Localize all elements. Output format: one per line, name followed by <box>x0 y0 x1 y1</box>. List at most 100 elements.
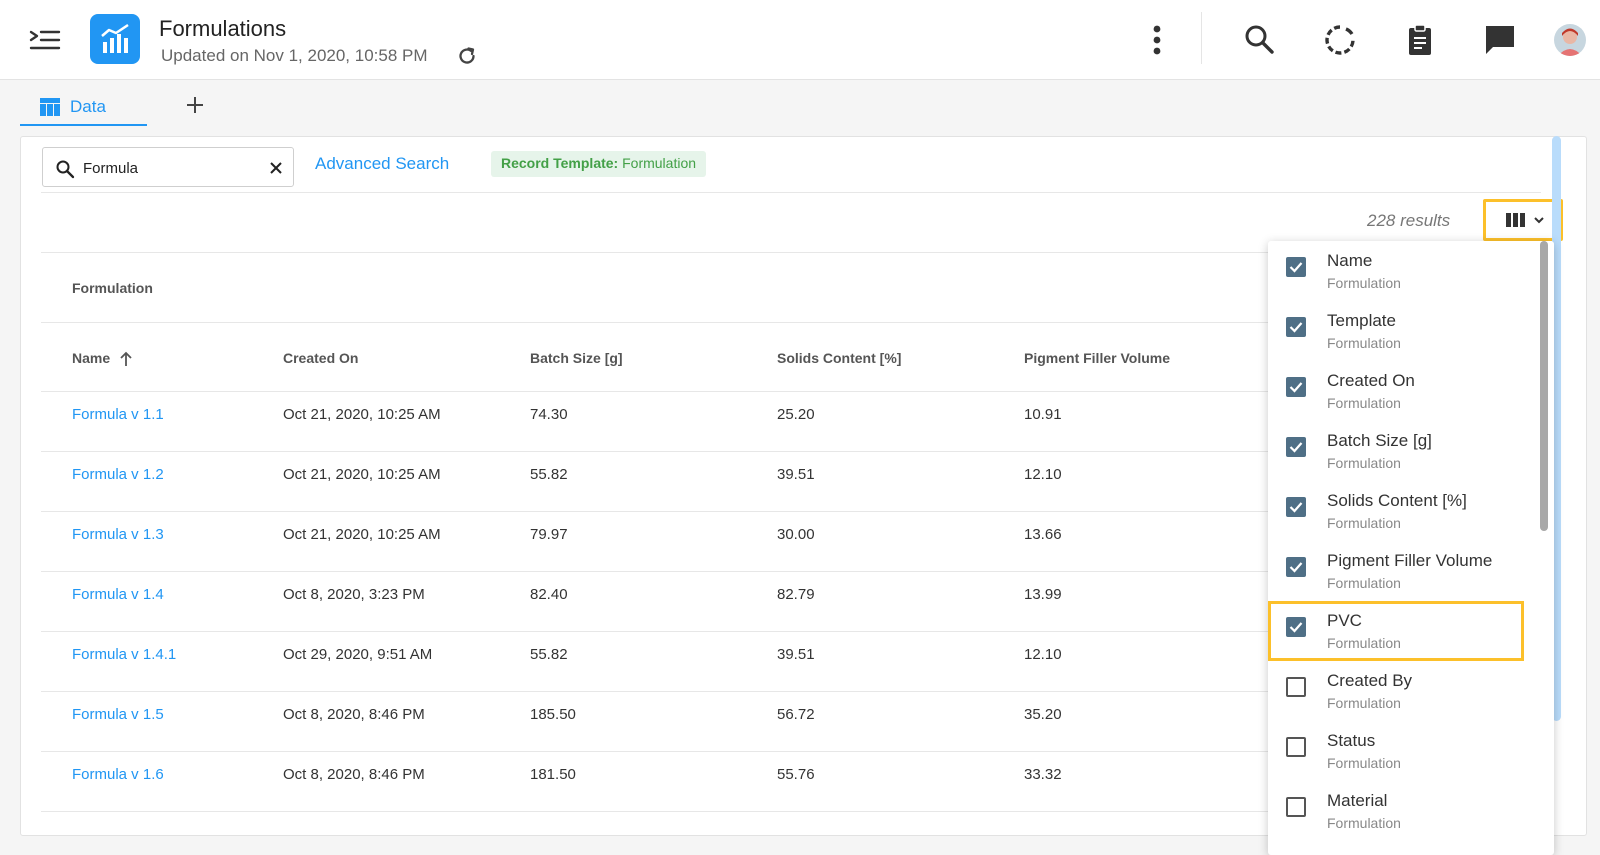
row-pigment-filler-volume: 12.10 <box>1024 646 1062 663</box>
view-column-icon <box>1506 213 1544 227</box>
row-solids-content: 39.51 <box>777 466 815 483</box>
row-batch-size: 82.40 <box>530 586 568 603</box>
row-solids-content: 55.76 <box>777 766 815 783</box>
row-name-link[interactable]: Formula v 1.4 <box>72 586 164 603</box>
clear-icon[interactable] <box>268 160 284 176</box>
row-batch-size: 181.50 <box>530 766 576 783</box>
template-chip-label: Record Template: <box>501 155 619 171</box>
row-pigment-filler-volume: 10.91 <box>1024 406 1062 423</box>
chart-icon <box>90 14 140 64</box>
add-tab-icon[interactable] <box>183 93 207 117</box>
option-sub: Formulation <box>1327 695 1401 711</box>
column-option-template[interactable]: Template Formulation <box>1268 301 1540 361</box>
avatar[interactable] <box>1554 24 1586 56</box>
table-icon <box>40 98 60 116</box>
columns-button[interactable] <box>1483 199 1563 241</box>
column-option-batch-size[interactable]: Batch Size [g] Formulation <box>1268 421 1540 481</box>
option-sub: Formulation <box>1327 575 1401 591</box>
search-field[interactable] <box>42 147 294 187</box>
checkbox-checked-icon[interactable] <box>1286 317 1306 337</box>
row-batch-size: 79.97 <box>530 526 568 543</box>
checkbox-unchecked-icon[interactable] <box>1286 797 1306 817</box>
row-pigment-filler-volume: 33.32 <box>1024 766 1062 783</box>
checkbox-checked-icon[interactable] <box>1286 557 1306 577</box>
arrow-up-icon[interactable] <box>118 351 134 367</box>
row-created-on: Oct 21, 2020, 10:25 AM <box>283 406 441 423</box>
clipboard-icon[interactable] <box>1402 22 1438 58</box>
option-label: Name <box>1327 251 1373 270</box>
group-header: Formulation <box>72 280 153 296</box>
option-label: PVC <box>1327 611 1362 630</box>
option-sub: Formulation <box>1327 815 1401 831</box>
row-name-link[interactable]: Formula v 1.2 <box>72 466 164 483</box>
row-created-on: Oct 8, 2020, 3:23 PM <box>283 586 425 603</box>
tab-data-label: Data <box>70 97 106 116</box>
checkbox-checked-icon[interactable] <box>1286 377 1306 397</box>
row-name-link[interactable]: Formula v 1.3 <box>72 526 164 543</box>
row-pigment-filler-volume: 35.20 <box>1024 706 1062 723</box>
option-label: Template <box>1327 311 1396 330</box>
search-icon[interactable] <box>1242 22 1278 58</box>
option-label: Status <box>1327 731 1376 750</box>
option-sub: Formulation <box>1327 455 1401 471</box>
column-header-created-on[interactable]: Created On <box>283 350 358 366</box>
row-created-on: Oct 8, 2020, 8:46 PM <box>283 706 425 723</box>
menu-icon[interactable] <box>28 25 62 55</box>
tab-data[interactable]: Data <box>20 90 147 126</box>
advanced-search-link[interactable]: Advanced Search <box>315 154 449 174</box>
option-sub: Formulation <box>1327 335 1401 351</box>
option-sub: Formulation <box>1327 275 1401 291</box>
row-solids-content: 56.72 <box>777 706 815 723</box>
loading-icon[interactable] <box>1322 22 1358 58</box>
updated-timestamp: Updated on Nov 1, 2020, 10:58 PM <box>161 46 428 65</box>
column-option-pvc[interactable]: PVC Formulation <box>1268 601 1524 661</box>
columns-menu: Name Formulation Template Formulation Cr… <box>1268 241 1554 855</box>
row-created-on: Oct 21, 2020, 10:25 AM <box>283 466 441 483</box>
column-option-created-on[interactable]: Created On Formulation <box>1268 361 1540 421</box>
option-sub: Formulation <box>1327 635 1401 651</box>
more-vert-icon[interactable] <box>1145 22 1169 58</box>
row-batch-size: 55.82 <box>530 466 568 483</box>
divider <box>41 192 1541 193</box>
app-header: Formulations Updated on Nov 1, 2020, 10:… <box>0 0 1600 80</box>
row-pigment-filler-volume: 13.66 <box>1024 526 1062 543</box>
row-name-link[interactable]: Formula v 1.1 <box>72 406 164 423</box>
column-header-batch-size[interactable]: Batch Size [g] <box>530 350 623 366</box>
column-option-status[interactable]: Status Formulation <box>1268 721 1540 781</box>
row-name-link[interactable]: Formula v 1.5 <box>72 706 164 723</box>
row-solids-content: 39.51 <box>777 646 815 663</box>
option-label: Batch Size [g] <box>1327 431 1432 450</box>
checkbox-unchecked-icon[interactable] <box>1286 677 1306 697</box>
row-batch-size: 55.82 <box>530 646 568 663</box>
column-option-material[interactable]: Material Formulation <box>1268 781 1540 841</box>
menu-scrollbar[interactable] <box>1540 241 1548 531</box>
column-header-name[interactable]: Name <box>72 350 134 367</box>
option-label: Pigment Filler Volume <box>1327 551 1493 570</box>
column-option-solids-content[interactable]: Solids Content [%] Formulation <box>1268 481 1540 541</box>
option-label: Created On <box>1327 371 1415 390</box>
row-name-link[interactable]: Formula v 1.4.1 <box>72 646 176 663</box>
column-option-created-by[interactable]: Created By Formulation <box>1268 661 1540 721</box>
chat-icon[interactable] <box>1482 22 1518 58</box>
checkbox-unchecked-icon[interactable] <box>1286 737 1306 757</box>
row-batch-size: 185.50 <box>530 706 576 723</box>
row-batch-size: 74.30 <box>530 406 568 423</box>
row-name-link[interactable]: Formula v 1.6 <box>72 766 164 783</box>
column-header-pigment-filler-volume[interactable]: Pigment Filler Volume <box>1024 350 1170 366</box>
template-chip: Record Template: Formulation <box>491 151 707 177</box>
search-input[interactable] <box>83 156 263 180</box>
results-count: 228 results <box>1367 211 1451 230</box>
refresh-icon[interactable] <box>455 44 479 68</box>
template-chip-value: Formulation <box>622 155 697 171</box>
checkbox-checked-icon[interactable] <box>1286 437 1306 457</box>
column-option-name[interactable]: Name Formulation <box>1268 241 1540 301</box>
checkbox-checked-icon[interactable] <box>1286 617 1306 637</box>
row-created-on: Oct 8, 2020, 8:46 PM <box>283 766 425 783</box>
row-pigment-filler-volume: 12.10 <box>1024 466 1062 483</box>
page-title: Formulations <box>159 16 287 41</box>
column-header-solids-content[interactable]: Solids Content [%] <box>777 350 901 366</box>
checkbox-checked-icon[interactable] <box>1286 497 1306 517</box>
checkbox-checked-icon[interactable] <box>1286 257 1306 277</box>
row-created-on: Oct 29, 2020, 9:51 AM <box>283 646 433 663</box>
column-option-pigment-filler-volume[interactable]: Pigment Filler Volume Formulation <box>1268 541 1540 601</box>
